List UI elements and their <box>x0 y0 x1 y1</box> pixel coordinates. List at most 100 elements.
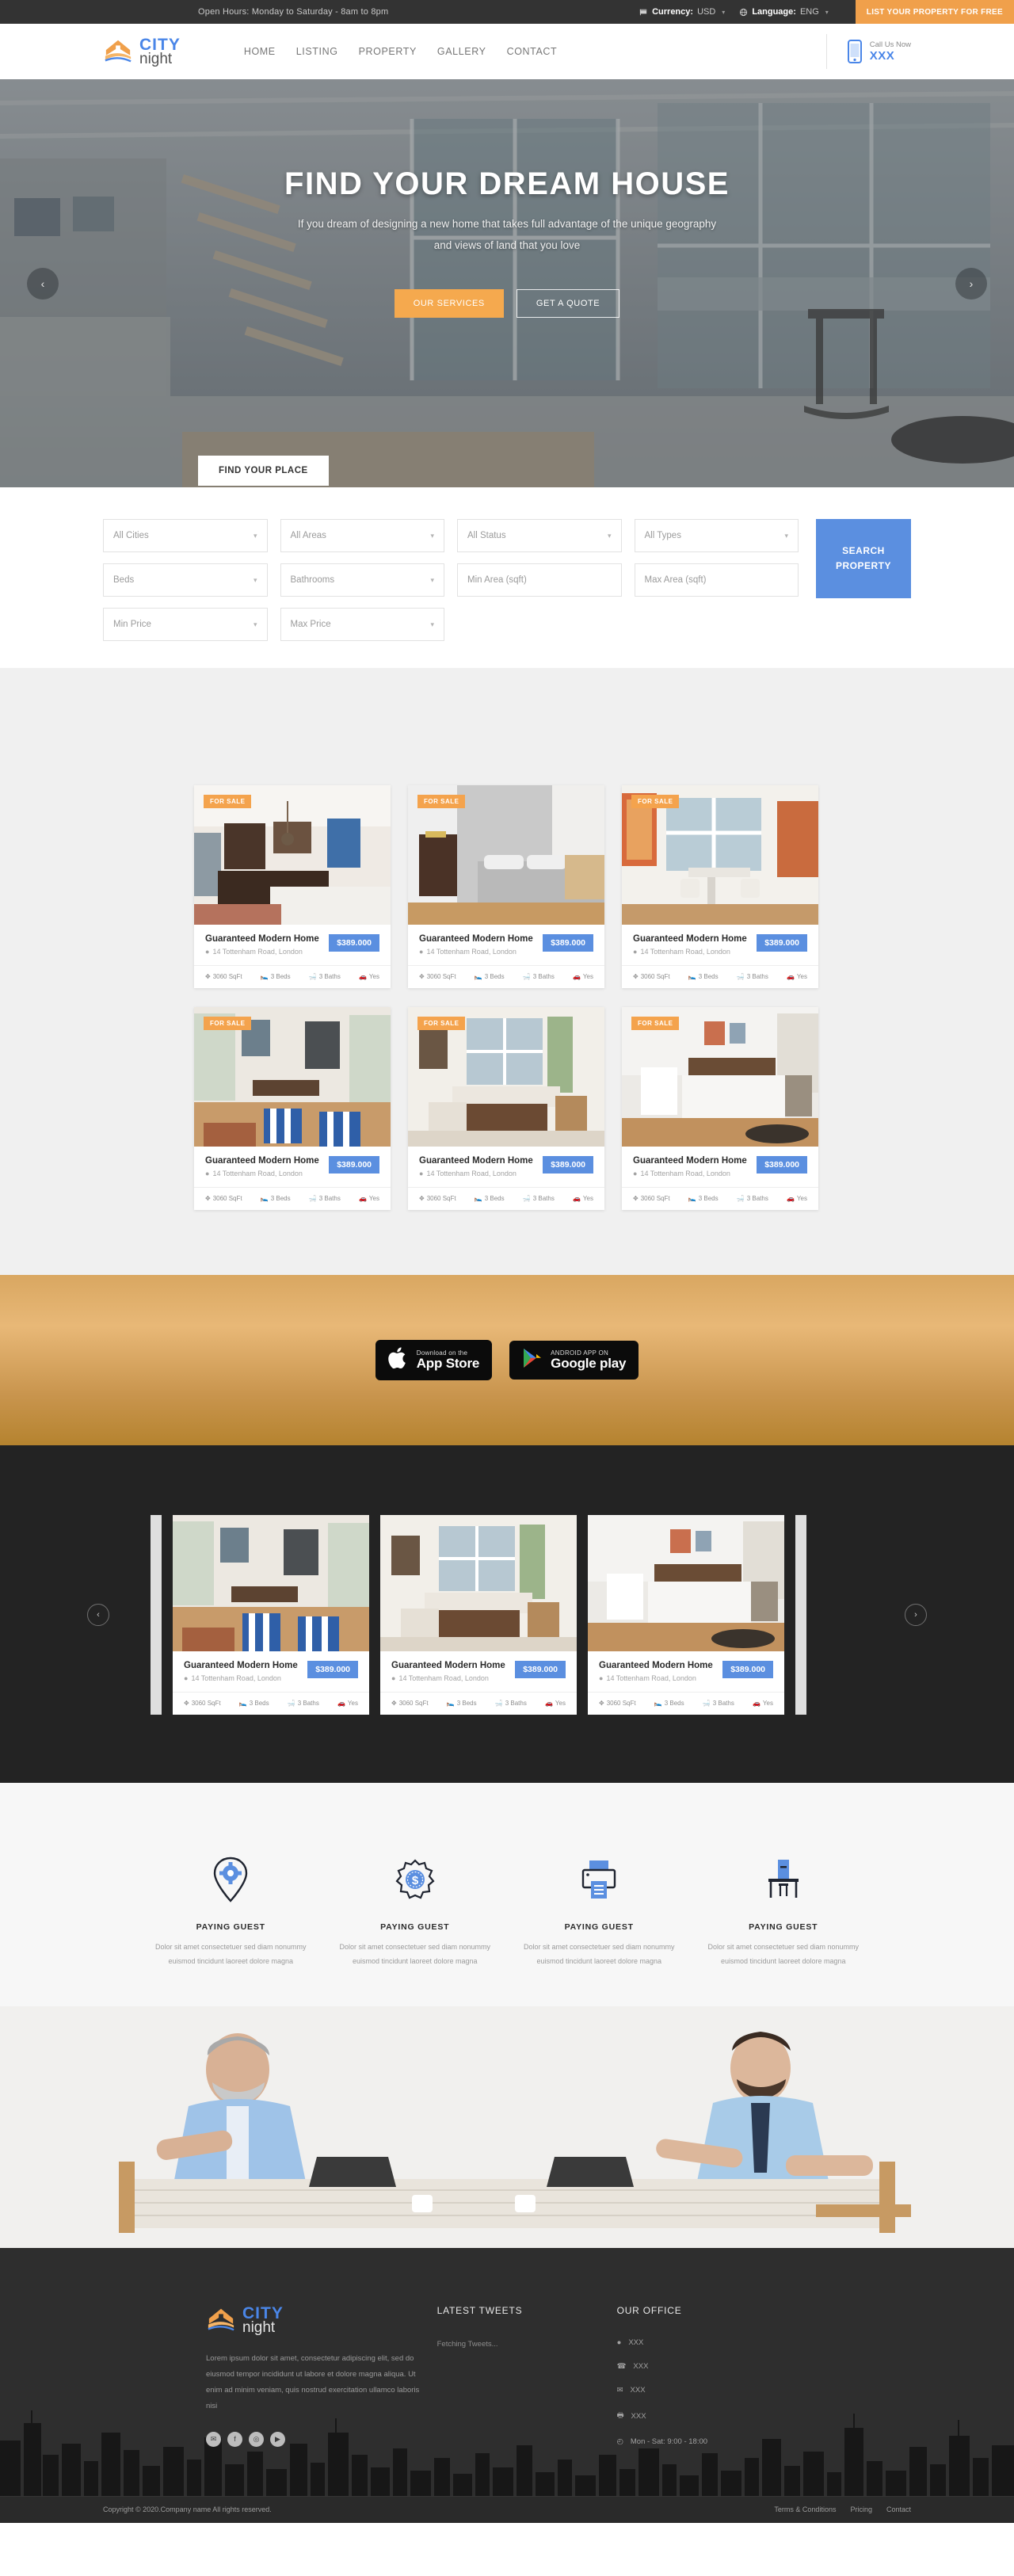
youtube-icon[interactable]: ▶ <box>270 2431 285 2447</box>
featured-carousel-section: ‹ Guaranteed Modern Home ● 14 Tottenham … <box>0 1445 1014 1783</box>
twitter-icon[interactable]: ✉ <box>206 2431 221 2447</box>
bed-icon: 🛌 <box>260 973 269 980</box>
chevron-down-icon: ▾ <box>607 531 612 540</box>
footer-logo[interactable]: CITY night <box>206 2305 423 2335</box>
meta-baths: 🛁 3 Baths <box>494 1700 527 1707</box>
search-field-all-types[interactable]: All Types ▾ <box>634 519 799 552</box>
property-card[interactable]: Guaranteed Modern Home ● 14 Tottenham Ro… <box>380 1515 577 1715</box>
carousel-prev-button[interactable]: ‹ <box>87 1604 109 1626</box>
search-field-all-status[interactable]: All Status ▾ <box>457 519 622 552</box>
our-services-button[interactable]: OUR SERVICES <box>394 289 504 318</box>
property-title: Guaranteed Modern Home <box>633 1156 747 1166</box>
instagram-icon[interactable]: ◎ <box>249 2431 264 2447</box>
footer-link-pricing[interactable]: Pricing <box>850 2505 872 2513</box>
currency-label: Currency: <box>652 7 694 17</box>
property-address: ● 14 Tottenham Road, London <box>205 1170 319 1177</box>
search-property-button[interactable]: SEARCH PROPERTY <box>816 519 911 598</box>
find-your-place-tab[interactable]: FIND YOUR PLACE <box>198 456 329 486</box>
property-meta: ✥ 3060 SqFt 🛌 3 Beds 🛁 3 Baths 🚗 Yes <box>408 965 604 988</box>
meta-sqft: ✥ 3060 SqFt <box>184 1700 221 1707</box>
field-label: All Cities <box>113 531 149 540</box>
search-field-min-area[interactable]: Min Area (sqft) <box>457 563 622 597</box>
app-store-button[interactable]: Download on the App Store <box>375 1340 493 1380</box>
services-section: PAYING GUEST Dolor sit amet consectetuer… <box>0 1783 1014 2006</box>
search-field-all-cities[interactable]: All Cities ▾ <box>103 519 268 552</box>
search-field-max-area[interactable]: Max Area (sqft) <box>634 563 799 597</box>
field-label: Min Price <box>113 620 151 629</box>
property-meta: ✥ 3060 SqFt 🛌 3 Beds 🛁 3 Baths 🚗 Yes <box>173 1692 369 1715</box>
property-price: $389.000 <box>329 934 379 952</box>
carousel-peek-card <box>795 1515 806 1715</box>
meta-garage: 🚗 Yes <box>786 973 807 980</box>
property-card[interactable]: FOR SALE Guaranteed Modern Home ● 14 Tot… <box>622 785 818 988</box>
office-phone-value: XXX <box>633 2362 649 2371</box>
property-price: $389.000 <box>329 1156 379 1174</box>
property-card[interactable]: Guaranteed Modern Home ● 14 Tottenham Ro… <box>173 1515 369 1715</box>
call-us-block[interactable]: Call Us Now XXX <box>825 34 911 69</box>
location-pin-icon: ● <box>184 1674 189 1682</box>
office-fax-item: 🖶 XXX <box>617 2410 808 2422</box>
field-label: All Status <box>467 531 506 540</box>
car-icon: 🚗 <box>572 1195 581 1202</box>
desk-chair-icon <box>704 1854 863 1905</box>
nav-item-contact[interactable]: CONTACT <box>507 46 558 57</box>
property-title: Guaranteed Modern Home <box>599 1661 713 1670</box>
language-selector[interactable]: Language: ENG ▾ <box>739 7 829 17</box>
site-header: CITY night HOME LISTING PROPERTY GALLERY… <box>0 24 1014 79</box>
footer-bottom-bar: Copyright © 2020.Company name All rights… <box>0 2495 1014 2523</box>
property-search-panel: FIND YOUR PLACE All Cities ▾ All Areas ▾ A… <box>0 456 1014 668</box>
office-fax-value: XXX <box>631 2411 646 2421</box>
field-label: Beds <box>113 575 135 585</box>
search-field-beds[interactable]: Beds ▾ <box>103 563 268 597</box>
search-field-bathrooms[interactable]: Bathrooms ▾ <box>280 563 444 597</box>
search-field-max-price[interactable]: Max Price ▾ <box>280 608 444 641</box>
bed-icon: 🛌 <box>688 973 696 980</box>
search-field-spacer-1 <box>457 608 622 641</box>
listing-row-2: FOR SALE Guaranteed Modern Home ● 14 Tot… <box>194 1007 820 1210</box>
feature-description: Dolor sit amet consectetuer sed diam non… <box>707 1943 860 1965</box>
feature-description: Dolor sit amet consectetuer sed diam non… <box>339 1943 491 1965</box>
property-photo: FOR SALE <box>408 785 604 925</box>
feature-description: Dolor sit amet consectetuer sed diam non… <box>523 1943 675 1965</box>
chevron-down-icon: ▾ <box>430 575 434 584</box>
location-pin-icon: ● <box>205 1170 210 1177</box>
area-icon: ✥ <box>184 1700 189 1707</box>
property-photo: FOR SALE <box>194 785 391 925</box>
property-address: ● 14 Tottenham Road, London <box>205 948 319 956</box>
bed-icon: 🛌 <box>474 1195 482 1202</box>
facebook-icon[interactable]: f <box>227 2431 242 2447</box>
area-icon: ✥ <box>633 973 639 980</box>
nav-item-gallery[interactable]: GALLERY <box>437 46 486 57</box>
hero-prev-button[interactable]: ‹ <box>27 267 59 300</box>
google-play-button[interactable]: ANDROID APP ON Google play <box>509 1341 639 1380</box>
hero-next-button[interactable]: › <box>955 267 987 300</box>
property-card[interactable]: FOR SALE Guaranteed Modern Home ● 14 Tot… <box>194 1007 391 1210</box>
footer-link-contact[interactable]: Contact <box>886 2505 911 2513</box>
feature-title: PAYING GUEST <box>749 1922 818 1932</box>
get-a-quote-button[interactable]: GET A QUOTE <box>516 289 620 318</box>
nav-item-listing[interactable]: LISTING <box>296 46 338 57</box>
car-icon: 🚗 <box>358 1195 367 1202</box>
currency-selector[interactable]: Currency: USD ▾ <box>639 7 725 17</box>
property-card[interactable]: FOR SALE Guaranteed Modern Home ● 14 Tot… <box>408 1007 604 1210</box>
site-logo[interactable]: CITY night <box>103 36 181 67</box>
property-card[interactable]: FOR SALE Guaranteed Modern Home ● 14 Tot… <box>622 1007 818 1210</box>
meta-beds: 🛌 3 Beds <box>688 1195 719 1202</box>
footer-link-terms[interactable]: Terms & Conditions <box>774 2505 836 2513</box>
svg-text:$: $ <box>412 1874 419 1887</box>
listing-row-1: FOR SALE Guaranteed Modern Home ● 14 Tot… <box>194 785 820 988</box>
search-field-min-price[interactable]: Min Price ▾ <box>103 608 268 641</box>
property-card[interactable]: FOR SALE Guaranteed Modern Home ● 14 Tot… <box>194 785 391 988</box>
flag-icon <box>639 8 648 17</box>
chevron-down-icon: ▾ <box>722 8 726 16</box>
office-mail-item: ✉ XXX <box>617 2386 808 2395</box>
for-sale-badge: FOR SALE <box>204 1017 252 1030</box>
nav-item-home[interactable]: HOME <box>244 46 276 57</box>
map-pin-gear-icon <box>151 1854 311 1905</box>
search-field-all-areas[interactable]: All Areas ▾ <box>280 519 444 552</box>
list-property-button[interactable]: LIST YOUR PROPERTY FOR FREE <box>855 0 1014 24</box>
carousel-next-button[interactable]: › <box>905 1604 927 1626</box>
nav-item-property[interactable]: PROPERTY <box>359 46 417 57</box>
property-card[interactable]: Guaranteed Modern Home ● 14 Tottenham Ro… <box>588 1515 784 1715</box>
property-card[interactable]: FOR SALE Guaranteed Modern Home ● 14 Tot… <box>408 785 604 988</box>
